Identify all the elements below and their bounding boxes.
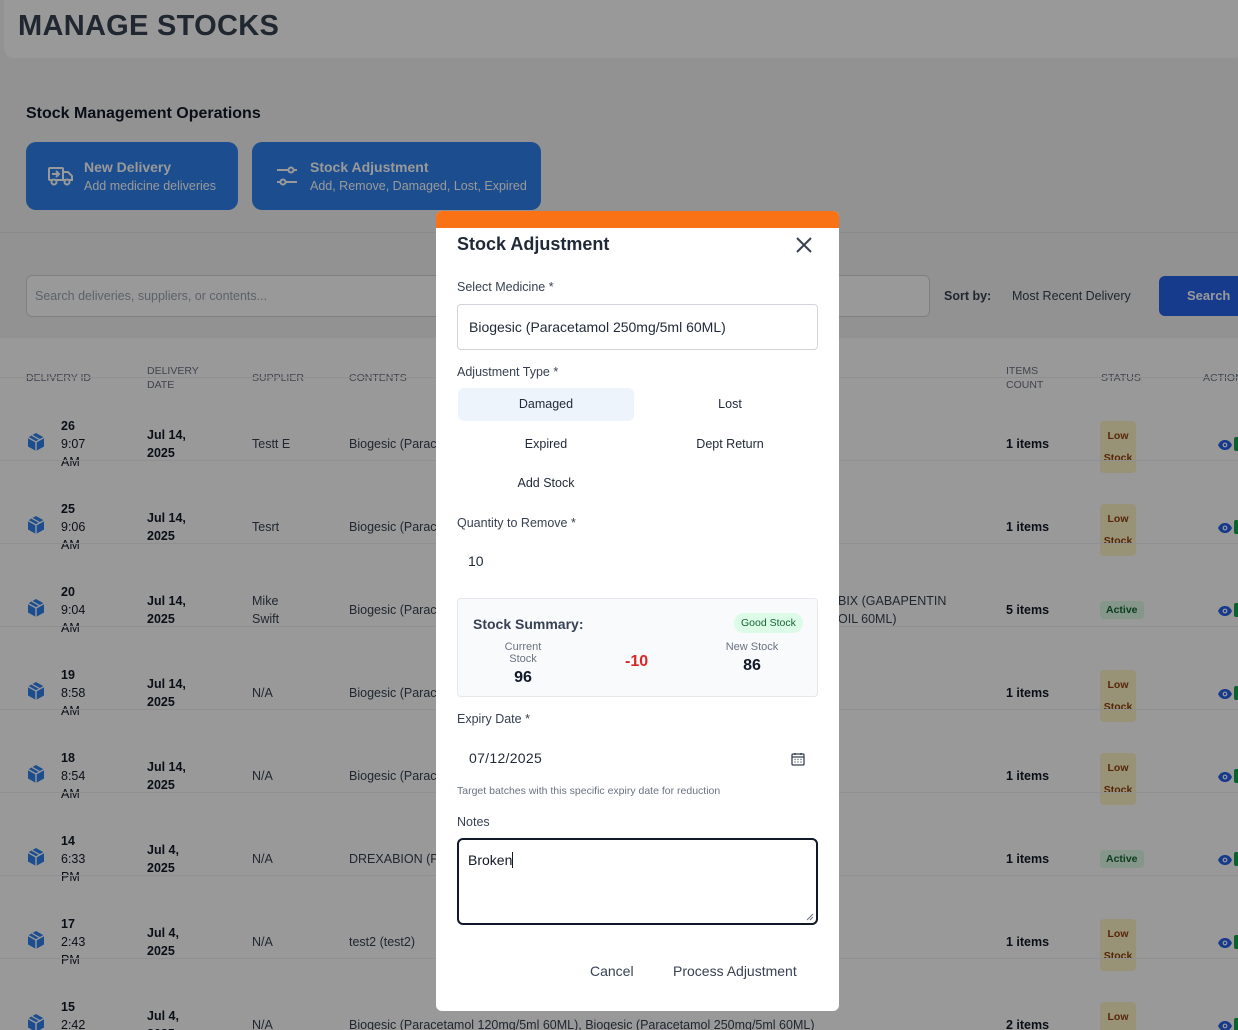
calendar-icon[interactable]	[791, 752, 805, 766]
expiry-hint: Target batches with this specific expiry…	[457, 785, 721, 797]
new-stock-value: 86	[743, 657, 761, 674]
modal-title: Stock Adjustment	[457, 234, 610, 254]
cancel-button[interactable]: Cancel	[590, 963, 634, 979]
type-lost-button[interactable]: Lost	[642, 388, 818, 421]
stock-status-badge: Good Stock	[734, 613, 803, 633]
resize-handle-icon[interactable]	[806, 913, 814, 921]
medicine-select[interactable]: Biogesic (Paracetamol 250mg/5ml 60ML)	[457, 304, 818, 350]
close-icon[interactable]	[794, 235, 814, 255]
expiry-date-input[interactable]: 07/12/2025	[469, 750, 542, 766]
new-stock: New Stock 86	[722, 641, 782, 675]
summary-title: Stock Summary:	[473, 616, 584, 632]
current-stock-value: 96	[514, 669, 532, 686]
type-damaged-button[interactable]: Damaged	[458, 388, 634, 421]
process-adjustment-button[interactable]: Process Adjustment	[673, 963, 797, 979]
stock-adjustment-modal: Stock Adjustment Select Medicine * Bioge…	[436, 211, 839, 1011]
notes-label: Notes	[457, 815, 490, 829]
quantity-label: Quantity to Remove *	[457, 516, 576, 530]
medicine-label: Select Medicine *	[457, 280, 554, 294]
stock-change: -10	[625, 653, 649, 670]
notes-text: Broken	[468, 852, 513, 868]
type-expired-button[interactable]: Expired	[458, 428, 634, 461]
type-dept-return-button[interactable]: Dept Return	[642, 428, 818, 461]
notes-textarea[interactable]: Broken	[457, 838, 818, 925]
expiry-label: Expiry Date *	[457, 712, 530, 726]
stock-summary: Stock Summary: Good Stock Current Stock …	[457, 598, 818, 697]
current-stock: Current Stock 96	[490, 641, 556, 687]
current-stock-label: Current Stock	[504, 641, 542, 665]
adjustment-type-label: Adjustment Type *	[457, 365, 559, 379]
type-add-stock-button[interactable]: Add Stock	[458, 467, 634, 500]
quantity-input[interactable]: 10	[468, 553, 484, 569]
new-stock-label: New Stock	[725, 641, 779, 653]
modal-accent-bar	[436, 211, 839, 228]
text-cursor	[512, 852, 514, 868]
